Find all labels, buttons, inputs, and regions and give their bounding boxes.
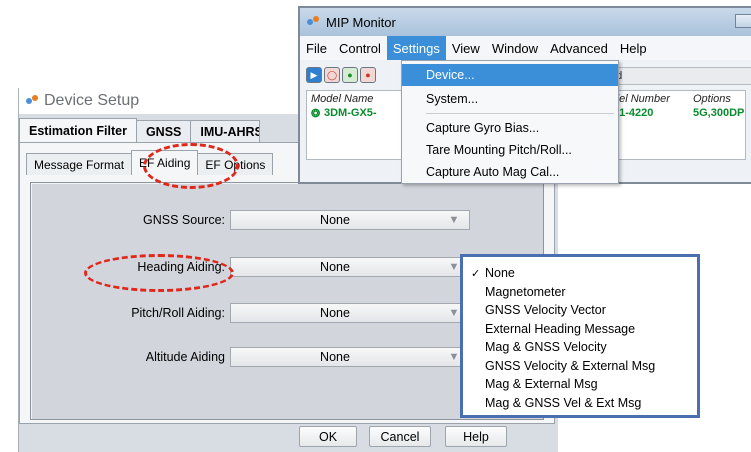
altitude-aiding-label: Altitude Aiding xyxy=(145,350,225,364)
model-name-cell: 3DM-GX5- xyxy=(324,107,377,119)
menu-advanced[interactable]: Advanced xyxy=(544,36,614,60)
tab-gnss[interactable]: GNSS xyxy=(135,120,192,142)
gnss-source-label: GNSS Source: xyxy=(143,213,225,227)
cancel-button[interactable]: Cancel xyxy=(369,426,431,447)
gnss-source-select[interactable]: None ▼ xyxy=(230,210,470,230)
option-gnss-velocity-vector[interactable]: GNSS Velocity Vector xyxy=(463,301,697,320)
menu-window[interactable]: Window xyxy=(486,36,544,60)
option-mag-gnss-vel-ext-msg[interactable]: Mag & GNSS Vel & Ext Msg xyxy=(463,394,697,413)
tab-imu-ahrs[interactable]: IMU-AHRS xyxy=(190,120,261,142)
option-none[interactable]: ✓ None xyxy=(463,264,697,283)
heading-aiding-select[interactable]: None ▼ xyxy=(230,257,470,277)
tab-message-format[interactable]: Message Format xyxy=(26,153,133,175)
menu-item-capture-gyro-bias[interactable]: Capture Gyro Bias... xyxy=(402,117,618,139)
pitch-roll-aiding-label: Pitch/Roll Aiding: xyxy=(131,306,225,320)
options-cell: 5G,300DP xyxy=(693,107,745,119)
device-setup-tabs: Estimation Filter GNSS IMU-AHRS xyxy=(19,118,261,142)
pitch-roll-aiding-value: None xyxy=(320,306,350,320)
model-number-cell: 51-4220 xyxy=(613,107,654,119)
heading-aiding-value: None xyxy=(320,260,350,274)
settings-dropdown-menu: Device... System... Capture Gyro Bias...… xyxy=(401,60,619,184)
altitude-aiding-value: None xyxy=(320,350,350,364)
menu-item-capture-auto-mag-cal[interactable]: Capture Auto Mag Cal... xyxy=(402,161,618,183)
pitch-roll-aiding-select[interactable]: None ▼ xyxy=(230,303,470,323)
menu-item-system[interactable]: System... xyxy=(402,88,618,110)
menu-view[interactable]: View xyxy=(446,36,486,60)
record-icon[interactable]: ● xyxy=(342,67,358,83)
menu-item-device[interactable]: Device... xyxy=(402,64,618,86)
menu-control[interactable]: Control xyxy=(333,36,387,60)
mip-monitor-titlebar[interactable]: MIP Monitor xyxy=(300,8,751,36)
status-field: ted xyxy=(603,67,751,85)
menu-settings[interactable]: Settings xyxy=(386,36,446,60)
play-icon[interactable]: ▶ xyxy=(306,67,322,83)
app-icon xyxy=(306,15,320,29)
window-title: Device Setup xyxy=(44,92,140,109)
heading-aiding-highlight-ellipse xyxy=(84,254,234,292)
chevron-down-icon: ▼ xyxy=(448,214,460,226)
menu-bar: File Control Settings View Window Advanc… xyxy=(300,36,751,60)
option-external-heading-message[interactable]: External Heading Message xyxy=(463,320,697,339)
option-mag-external-msg[interactable]: Mag & External Msg xyxy=(463,375,697,394)
menu-file[interactable]: File xyxy=(300,36,333,60)
column-header-model-name: Model Name xyxy=(311,93,374,105)
ok-button[interactable]: OK xyxy=(299,426,357,447)
toolbar: ▶ ◯ ● ● xyxy=(306,67,376,83)
mip-monitor-window: MIP Monitor File Control Settings View W… xyxy=(298,6,751,184)
heading-aiding-options-list: ✓ None Magnetometer GNSS Velocity Vector… xyxy=(460,254,700,418)
checkmark-icon: ✓ xyxy=(471,267,481,280)
stop-icon[interactable]: ◯ xyxy=(324,67,340,83)
column-header-model-number: del Number xyxy=(613,93,670,105)
screenshot-stage: Device Setup Estimation Filter GNSS IMU-… xyxy=(0,0,751,452)
menu-separator xyxy=(426,113,614,114)
option-mag-gnss-velocity[interactable]: Mag & GNSS Velocity xyxy=(463,338,697,357)
tab-estimation-filter[interactable]: Estimation Filter xyxy=(19,118,137,142)
record-icon[interactable]: ● xyxy=(360,67,376,83)
column-header-options: Options xyxy=(693,93,731,105)
ef-aiding-highlight-ellipse xyxy=(143,143,239,189)
device-icon: ❂ xyxy=(311,108,321,120)
app-icon xyxy=(25,94,39,108)
option-gnss-velocity-external-msg[interactable]: GNSS Velocity & External Msg xyxy=(463,357,697,376)
help-button[interactable]: Help xyxy=(445,426,507,447)
window-title: MIP Monitor xyxy=(326,14,396,30)
altitude-aiding-select[interactable]: None ▼ xyxy=(230,347,470,367)
option-magnetometer[interactable]: Magnetometer xyxy=(463,283,697,302)
minimize-button[interactable] xyxy=(735,14,751,28)
option-label: None xyxy=(485,266,515,281)
menu-item-tare-mounting[interactable]: Tare Mounting Pitch/Roll... xyxy=(402,139,618,161)
gnss-source-value: None xyxy=(320,213,350,227)
menu-help[interactable]: Help xyxy=(614,36,653,60)
